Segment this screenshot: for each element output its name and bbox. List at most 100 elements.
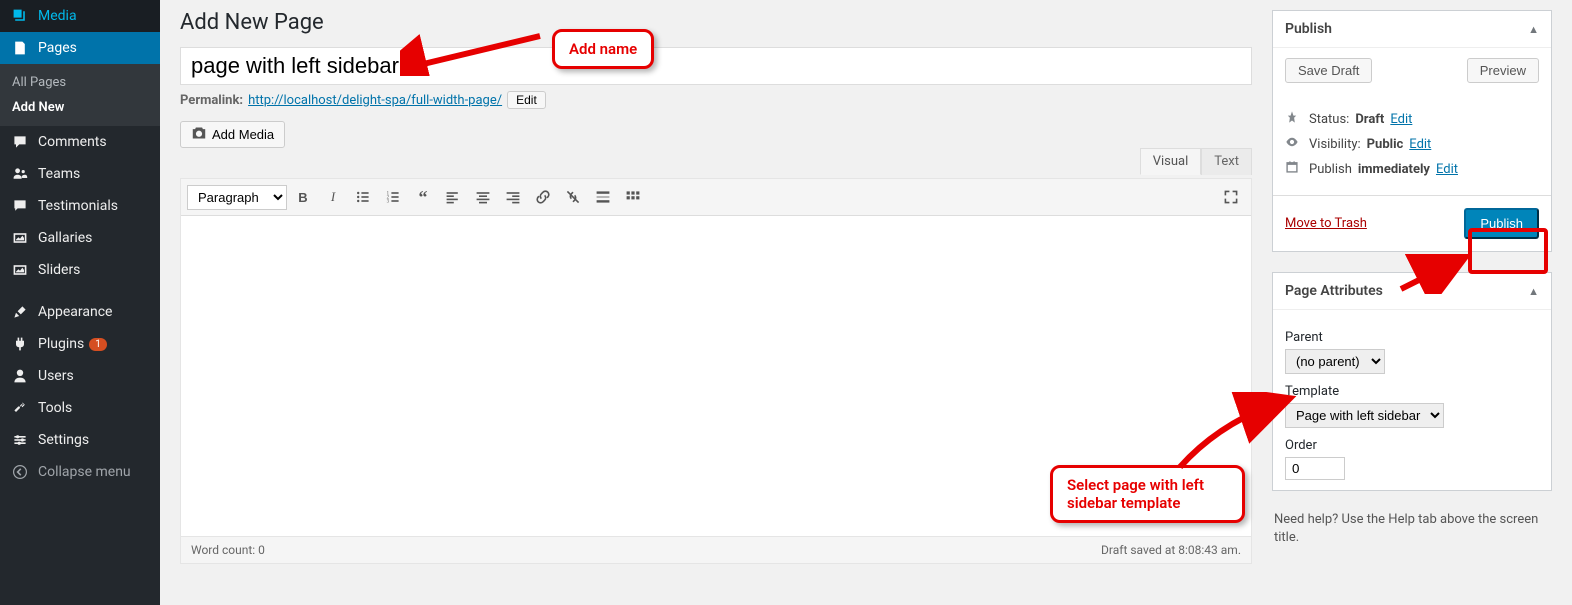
- editor-content[interactable]: [181, 216, 1251, 536]
- sidebar-item-teams[interactable]: Teams: [0, 158, 160, 190]
- editor-tabs: Visual Text: [1140, 148, 1252, 175]
- edit-permalink-button[interactable]: Edit: [507, 91, 546, 109]
- submenu-add-new[interactable]: Add New: [0, 95, 160, 120]
- permalink-row: Permalink: http://localhost/delight-spa/…: [180, 91, 1252, 109]
- align-left-button[interactable]: [439, 183, 467, 211]
- status-value: Draft: [1355, 112, 1384, 127]
- submenu-all-pages[interactable]: All Pages: [0, 70, 160, 95]
- sidebar-item-label: Plugins: [38, 336, 84, 352]
- publish-metabox: Publish ▲ Save Draft Preview Status: Dra…: [1272, 10, 1552, 252]
- sidebar-collapse[interactable]: Collapse menu: [0, 456, 160, 488]
- calendar-icon: [1285, 160, 1303, 178]
- post-title-input[interactable]: [180, 47, 1252, 85]
- user-icon: [10, 368, 30, 384]
- sidebar-item-users[interactable]: Users: [0, 360, 160, 392]
- format-select[interactable]: Paragraph: [187, 185, 287, 210]
- sidebar-item-label: Users: [38, 368, 74, 384]
- collapse-icon: [10, 464, 30, 480]
- admin-sidebar: Media Pages All Pages Add New Comments T…: [0, 0, 160, 605]
- sidebar-item-pages[interactable]: Pages: [0, 32, 160, 64]
- fullscreen-button[interactable]: [1217, 183, 1245, 211]
- status-row: Status: Draft Edit: [1285, 110, 1539, 128]
- sidebar-item-label: Settings: [38, 432, 89, 448]
- toggle-icon[interactable]: ▲: [1528, 23, 1539, 36]
- page-icon: [10, 40, 30, 56]
- sidebar-item-tools[interactable]: Tools: [0, 392, 160, 424]
- teams-icon: [10, 166, 30, 182]
- sidebar-item-label: Tools: [38, 400, 72, 416]
- add-media-label: Add Media: [212, 127, 274, 142]
- align-right-button[interactable]: [499, 183, 527, 211]
- template-select[interactable]: Page with left sidebar: [1285, 403, 1444, 428]
- publish-title: Publish: [1285, 21, 1332, 37]
- camera-icon: [191, 126, 207, 143]
- italic-button[interactable]: I: [319, 183, 347, 211]
- tab-visual[interactable]: Visual: [1140, 148, 1202, 175]
- sidebar-item-testimonials[interactable]: Testimonials: [0, 190, 160, 222]
- add-media-button[interactable]: Add Media: [180, 121, 285, 148]
- move-to-trash-link[interactable]: Move to Trash: [1285, 216, 1367, 231]
- side-column: Publish ▲ Save Draft Preview Status: Dra…: [1272, 10, 1552, 564]
- plugin-badge: 1: [89, 338, 107, 351]
- kitchensink-button[interactable]: [619, 183, 647, 211]
- bold-button[interactable]: B: [289, 183, 317, 211]
- editor-toolbar: Paragraph B I 123 “: [181, 179, 1251, 216]
- align-center-button[interactable]: [469, 183, 497, 211]
- numbered-list-button[interactable]: 123: [379, 183, 407, 211]
- sidebar-item-comments[interactable]: Comments: [0, 126, 160, 158]
- publish-header[interactable]: Publish ▲: [1273, 11, 1551, 48]
- sidebar-item-label: Collapse menu: [38, 464, 131, 480]
- sidebar-item-settings[interactable]: Settings: [0, 424, 160, 456]
- readmore-button[interactable]: [589, 183, 617, 211]
- blockquote-button[interactable]: “: [409, 183, 437, 211]
- comment-icon: [10, 134, 30, 150]
- sidebar-item-label: Teams: [38, 166, 80, 182]
- edit-status-link[interactable]: Edit: [1390, 112, 1412, 127]
- sidebar-item-label: Comments: [38, 134, 107, 150]
- svg-text:3: 3: [387, 200, 390, 205]
- appearance-icon: [10, 304, 30, 320]
- settings-icon: [10, 432, 30, 448]
- publish-button[interactable]: Publish: [1464, 208, 1539, 239]
- edit-visibility-link[interactable]: Edit: [1409, 137, 1431, 152]
- bullet-list-button[interactable]: [349, 183, 377, 211]
- template-label: Template: [1285, 384, 1539, 399]
- permalink-url[interactable]: http://localhost/delight-spa/full-width-…: [248, 93, 502, 108]
- sidebar-item-media[interactable]: Media: [0, 0, 160, 32]
- edit-schedule-link[interactable]: Edit: [1436, 162, 1458, 177]
- parent-label: Parent: [1285, 330, 1539, 345]
- schedule-value: immediately: [1358, 162, 1430, 177]
- sidebar-item-label: Appearance: [38, 304, 112, 320]
- sidebar-item-label: Media: [38, 8, 77, 24]
- toggle-icon[interactable]: ▲: [1528, 285, 1539, 298]
- attributes-title: Page Attributes: [1285, 283, 1383, 299]
- sidebar-item-galleries[interactable]: Gallaries: [0, 222, 160, 254]
- help-text: Need help? Use the Help tab above the sc…: [1274, 511, 1550, 547]
- eye-icon: [1285, 135, 1303, 153]
- save-draft-button[interactable]: Save Draft: [1285, 58, 1372, 83]
- page-title: Add New Page: [180, 10, 1252, 35]
- link-button[interactable]: [529, 183, 557, 211]
- tool-icon: [10, 400, 30, 416]
- parent-select[interactable]: (no parent): [1285, 349, 1385, 374]
- tab-text[interactable]: Text: [1201, 148, 1252, 175]
- page-attributes-metabox: Page Attributes ▲ Parent (no parent) Tem…: [1272, 272, 1552, 491]
- sidebar-item-appearance[interactable]: Appearance: [0, 296, 160, 328]
- unlink-button[interactable]: [559, 183, 587, 211]
- permalink-label: Permalink:: [180, 93, 243, 108]
- preview-button[interactable]: Preview: [1467, 58, 1539, 83]
- sidebar-item-label: Testimonials: [38, 198, 118, 214]
- visibility-row: Visibility: Public Edit: [1285, 135, 1539, 153]
- sidebar-item-sliders[interactable]: Sliders: [0, 254, 160, 286]
- attributes-header[interactable]: Page Attributes ▲: [1273, 273, 1551, 310]
- media-icon: [10, 8, 30, 24]
- visibility-value: Public: [1367, 137, 1404, 152]
- pages-submenu: All Pages Add New: [0, 64, 160, 126]
- sidebar-item-label: Gallaries: [38, 230, 92, 246]
- slider-icon: [10, 262, 30, 278]
- gallery-icon: [10, 230, 30, 246]
- sidebar-item-plugins[interactable]: Plugins 1: [0, 328, 160, 360]
- order-input[interactable]: [1285, 457, 1345, 480]
- word-count: Word count: 0: [191, 543, 265, 557]
- content-column: Add New Page Permalink: http://localhost…: [180, 10, 1252, 564]
